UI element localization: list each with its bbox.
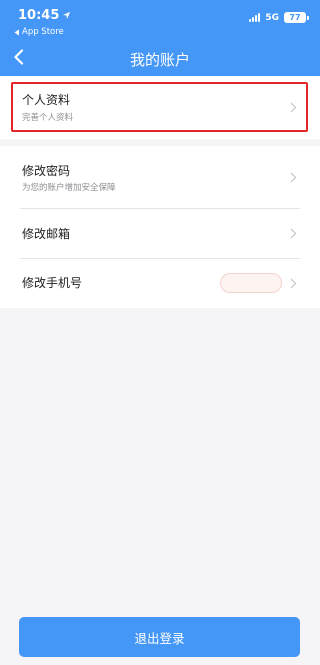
network-type: 5G (265, 12, 279, 23)
page-title: 我的账户 (129, 51, 190, 69)
location-arrow-icon (63, 11, 71, 20)
logout-button[interactable]: 退出登录 (19, 617, 300, 657)
chevron-right-icon (290, 228, 297, 239)
status-time: 10:45 (18, 8, 71, 23)
status-time-text: 10:45 (18, 8, 60, 23)
battery-level: 77 (289, 13, 301, 22)
phone-value-pill (220, 273, 282, 293)
status-indicators: 5G 77 (249, 12, 309, 23)
back-triangle-icon (14, 29, 19, 35)
signal-icon (249, 13, 261, 22)
email-row[interactable]: 修改邮箱 (0, 209, 320, 258)
password-title: 修改密码 (22, 164, 71, 178)
battery-icon: 77 (284, 12, 309, 23)
back-to-app-link[interactable]: App Store (14, 27, 64, 37)
chevron-right-icon (290, 278, 297, 289)
password-row[interactable]: 修改密码 为您的账户增加安全保障 (0, 146, 320, 208)
selection-highlight (11, 82, 308, 132)
phone-title: 修改手机号 (22, 276, 83, 290)
back-app-label: App Store (22, 27, 64, 37)
password-subtitle: 为您的账户增加安全保障 (22, 183, 116, 193)
email-title: 修改邮箱 (22, 227, 71, 241)
chevron-right-icon (290, 172, 297, 183)
app-header: 10:45 App Store 5G 77 我的账户 (0, 0, 320, 76)
